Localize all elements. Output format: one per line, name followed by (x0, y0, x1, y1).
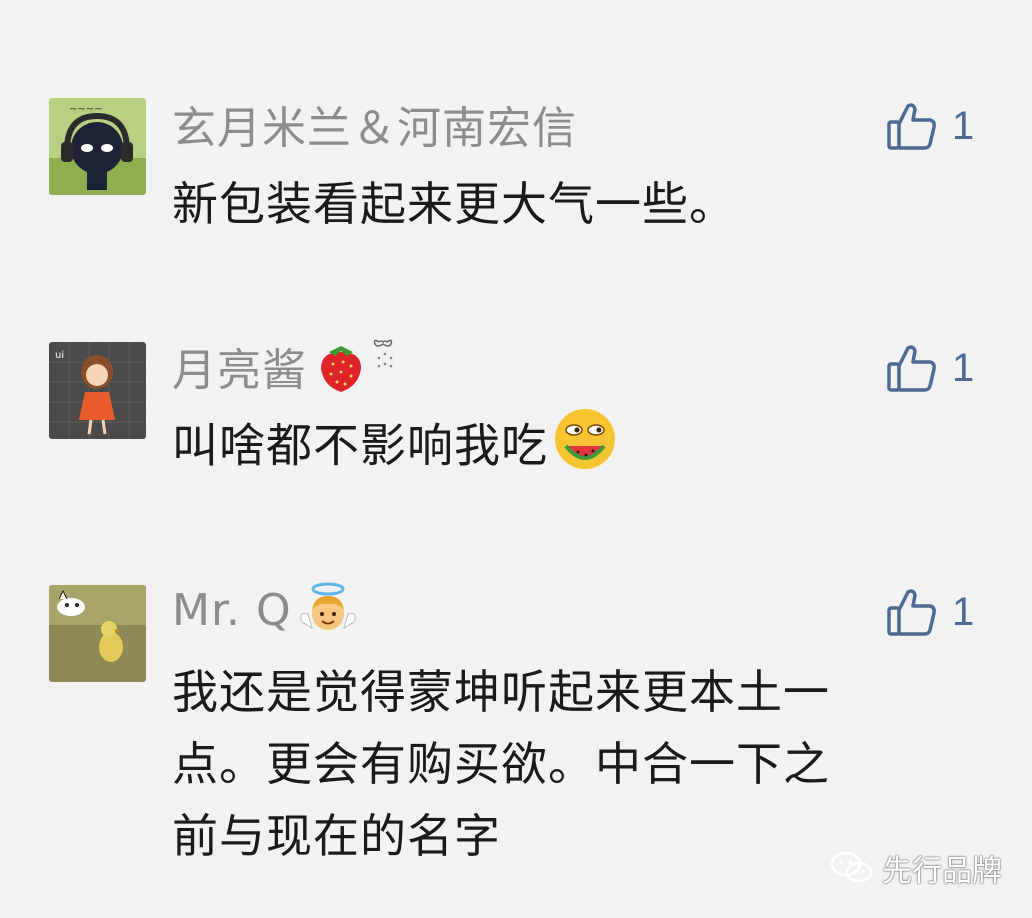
comment-author-row: 玄月米兰＆河南宏信 (172, 94, 577, 154)
angel-emoji-icon (298, 582, 358, 638)
watermark: 先行品牌 (830, 846, 1002, 890)
eating-watermelon-emoji-icon (552, 406, 618, 492)
like-button[interactable]: 1 (886, 582, 974, 642)
avatar-headphones-character-icon: ~~~~ (49, 98, 146, 195)
strawberry-emoji-icon (313, 338, 369, 394)
comment-author-name[interactable]: 月亮酱 (172, 334, 307, 398)
comment-author-name[interactable]: Mr. Q (172, 585, 292, 636)
svg-text:ui: ui (55, 350, 64, 361)
comment-content-line: 叫啥都不影响我吃 (172, 406, 618, 492)
thumbs-up-icon (887, 345, 936, 392)
like-count: 1 (952, 103, 975, 148)
avatar[interactable]: ~~~~ (49, 98, 146, 195)
comment-content: 新包装看起来更大气一些。 (172, 168, 736, 240)
svg-text:~~~~: ~~~~ (69, 104, 103, 115)
wechat-logo-icon (830, 851, 873, 883)
comment-content: 叫啥都不影响我吃 (172, 406, 618, 492)
comment-author-row: 月亮酱 (172, 336, 401, 396)
like-count: 1 (952, 589, 975, 634)
comment-content-line: 我还是觉得蒙坤听起来更本土一 (172, 665, 830, 719)
like-count: 1 (952, 345, 975, 390)
comment-content-line: 前与现在的名字 (172, 809, 501, 863)
comment-content: 我还是觉得蒙坤听起来更本土一 点。更会有购买欲。中合一下之 前与现在的名字 (172, 656, 830, 872)
like-button[interactable]: 1 (886, 338, 974, 398)
thumbs-up-icon (887, 589, 936, 636)
thumbs-up-icon (887, 103, 936, 150)
comment-content-line: 新包装看起来更大气一些。 (172, 177, 736, 231)
comment-content-text: 叫啥都不影响我吃 (172, 418, 548, 473)
comment-content-line: 点。更会有购买欲。中合一下之 (172, 737, 830, 791)
avatar-girl-cartoon-icon: ui (49, 342, 146, 439)
watermark-text: 先行品牌 (882, 854, 1002, 889)
comment-author-row: Mr. Q (172, 580, 358, 640)
sparkle-bow-emoji-icon (371, 336, 401, 376)
avatar-duckling-photo-icon (49, 585, 146, 682)
comment-author-name[interactable]: 玄月米兰＆河南宏信 (172, 92, 577, 156)
avatar[interactable] (49, 585, 146, 682)
avatar[interactable]: ui (49, 342, 146, 439)
like-button[interactable]: 1 (886, 96, 974, 156)
